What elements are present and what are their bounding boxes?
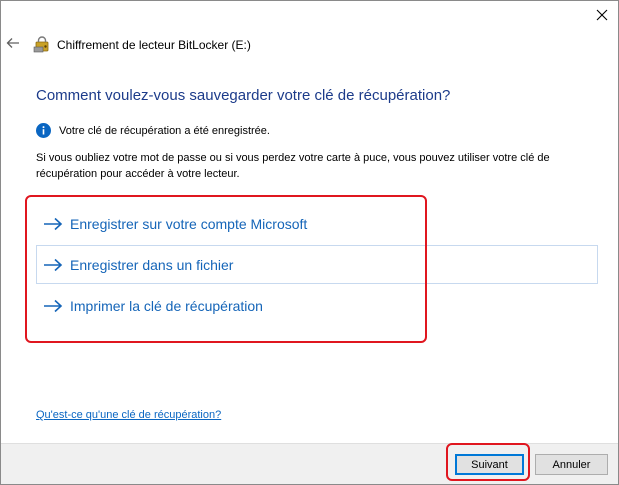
arrow-right-icon — [44, 258, 63, 271]
backup-options-list: Enregistrer sur votre compte Microsoft E… — [36, 204, 598, 327]
arrow-right-icon — [44, 299, 63, 312]
option-save-microsoft-account[interactable]: Enregistrer sur votre compte Microsoft — [36, 204, 598, 243]
arrow-right-icon — [44, 217, 63, 230]
info-text: Votre clé de récupération a été enregist… — [59, 124, 270, 137]
back-arrow-icon — [6, 38, 19, 48]
window-title: Chiffrement de lecteur BitLocker (E:) — [57, 38, 251, 52]
help-link-recovery-key[interactable]: Qu'est-ce qu'une clé de récupération? — [36, 409, 221, 421]
option-label: Enregistrer sur votre compte Microsoft — [70, 215, 308, 232]
close-icon — [596, 9, 608, 21]
option-print-recovery-key[interactable]: Imprimer la clé de récupération — [36, 286, 598, 325]
info-message: Votre clé de récupération a été enregist… — [36, 123, 270, 138]
info-icon — [36, 123, 51, 138]
next-button[interactable]: Suivant — [455, 454, 524, 475]
option-label: Enregistrer dans un fichier — [70, 256, 234, 273]
dialog-footer — [1, 443, 618, 484]
bitlocker-icon — [33, 36, 49, 53]
close-button[interactable] — [591, 4, 613, 26]
option-label: Imprimer la clé de récupération — [70, 297, 263, 314]
page-heading: Comment voulez-vous sauvegarder votre cl… — [36, 87, 451, 104]
back-button[interactable] — [4, 34, 22, 52]
window-title-bar: Chiffrement de lecteur BitLocker (E:) — [33, 36, 251, 54]
cancel-button[interactable]: Annuler — [535, 454, 608, 475]
description-text: Si vous oubliez votre mot de passe ou si… — [36, 152, 550, 180]
option-save-to-file[interactable]: Enregistrer dans un fichier — [36, 245, 598, 284]
